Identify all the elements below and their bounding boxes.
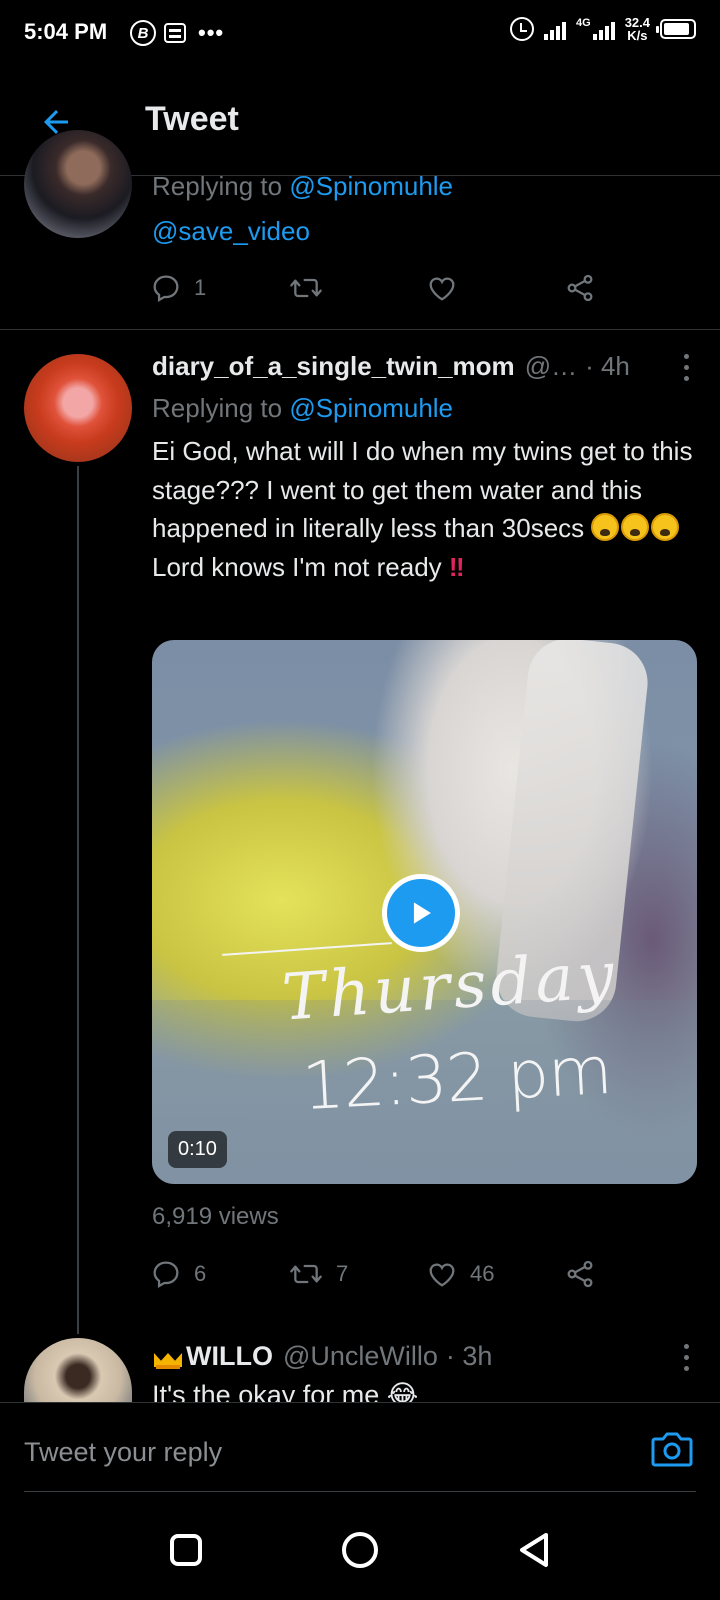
tweet-header: diary_of_a_single_twin_mom @… · 4h xyxy=(152,348,692,384)
more-notifications-icon: ••• xyxy=(198,20,225,45)
recent-apps-button[interactable] xyxy=(166,1530,206,1570)
status-time: 5:04 PM xyxy=(24,19,108,44)
divider xyxy=(24,1491,696,1492)
tweet-header: WILLO @UncleWillo · 3h xyxy=(152,1338,492,1374)
thread-connector-line xyxy=(77,466,79,1334)
video-player[interactable]: Thursday 12:32 pm 0:10 xyxy=(152,640,697,1184)
signal-icon xyxy=(544,18,566,40)
camera-button[interactable] xyxy=(650,1429,694,1469)
weary-face-emoji xyxy=(651,513,680,541)
share-icon xyxy=(567,1260,593,1288)
status-bar: 5:04 PM B ••• 4G 32.4 K/s xyxy=(0,0,720,64)
circle-icon xyxy=(342,1532,378,1568)
network-speed: 32.4 K/s xyxy=(624,15,650,43)
reply-count: 1 xyxy=(194,275,207,300)
display-name[interactable]: diary_of_a_single_twin_mom xyxy=(152,348,515,384)
reply-button[interactable]: 6 xyxy=(150,1258,288,1290)
video-overlay-time: 12:32 pm xyxy=(300,1031,614,1126)
tweet-time: · 4h xyxy=(585,351,630,381)
alarm-icon xyxy=(510,17,534,41)
play-button[interactable] xyxy=(382,874,460,952)
avatar[interactable] xyxy=(24,1338,132,1402)
square-icon xyxy=(170,1534,202,1566)
reply-icon xyxy=(153,275,179,302)
avatar[interactable] xyxy=(24,354,132,462)
replying-to-line: Replying to @Spinomuhle xyxy=(152,393,454,423)
camera-icon xyxy=(651,1432,693,1467)
signal-4g-icon: 4G xyxy=(576,18,615,40)
video-overlay-day: Thursday xyxy=(279,938,621,1036)
more-options-button[interactable] xyxy=(682,354,690,381)
like-count: 46 xyxy=(470,1261,495,1286)
heart-icon xyxy=(429,1263,455,1287)
avatar[interactable] xyxy=(24,130,132,238)
heart-icon xyxy=(429,277,455,301)
user-handle[interactable]: @UncleWillo xyxy=(283,1338,438,1374)
reply-input[interactable]: Tweet your reply xyxy=(24,1437,222,1468)
status-notification-icons: B ••• xyxy=(130,20,224,46)
mention-link[interactable]: @Spinomuhle xyxy=(289,171,453,201)
like-button[interactable]: 46 xyxy=(426,1258,564,1290)
user-handle[interactable]: @… xyxy=(525,348,577,384)
tweet-text: It's the okay for me 😂 xyxy=(152,1380,419,1403)
view-count: 6,919 views xyxy=(152,1203,279,1230)
video-duration-badge: 0:10 xyxy=(168,1131,227,1168)
crown-icon xyxy=(152,1343,184,1369)
bitcoin-b-icon: B xyxy=(130,20,156,46)
share-button[interactable] xyxy=(564,1258,596,1290)
more-options-button[interactable] xyxy=(682,1344,690,1371)
reply-icon xyxy=(153,1261,179,1288)
tweet-text: Ei God, what will I do when my twins get… xyxy=(152,436,693,582)
display-name[interactable]: WILLO xyxy=(186,1338,273,1374)
mention-link[interactable]: @Spinomuhle xyxy=(289,393,453,423)
like-button[interactable] xyxy=(426,272,564,304)
message-icon xyxy=(164,23,186,43)
status-system-icons: 4G 32.4 K/s xyxy=(510,16,696,42)
network-type-label: 4G xyxy=(576,17,591,29)
system-navigation-bar xyxy=(0,1500,720,1600)
tweet-actions: 1 xyxy=(150,272,610,304)
retweet-button[interactable] xyxy=(288,272,426,304)
replying-to-line: Replying to @Spinomuhle xyxy=(152,171,454,201)
reply-count: 6 xyxy=(194,1261,207,1286)
triangle-back-icon xyxy=(520,1533,548,1567)
retweet-icon xyxy=(290,1264,322,1284)
share-icon xyxy=(567,274,593,302)
weary-face-emoji xyxy=(621,513,650,541)
page-title: Tweet xyxy=(145,100,239,138)
reply-button[interactable]: 1 xyxy=(150,272,288,304)
mention-link[interactable]: @save_video xyxy=(152,213,310,249)
double-exclamation-emoji: ‼ xyxy=(448,551,465,582)
back-nav-button[interactable] xyxy=(514,1530,554,1570)
tweet-actions: 6 7 46 xyxy=(150,1258,610,1290)
weary-face-emoji xyxy=(591,513,620,541)
retweet-button[interactable]: 7 xyxy=(288,1258,426,1290)
share-button[interactable] xyxy=(564,272,596,304)
reply-composer: Tweet your reply xyxy=(0,1402,720,1500)
battery-icon xyxy=(656,19,696,39)
retweet-count: 7 xyxy=(336,1261,349,1286)
video-overlay-line xyxy=(222,942,392,956)
retweet-icon xyxy=(290,278,322,298)
tweet-divider xyxy=(0,329,720,330)
play-icon xyxy=(413,902,431,924)
home-button[interactable] xyxy=(340,1530,380,1570)
tweet-time: · 3h xyxy=(445,1341,493,1371)
